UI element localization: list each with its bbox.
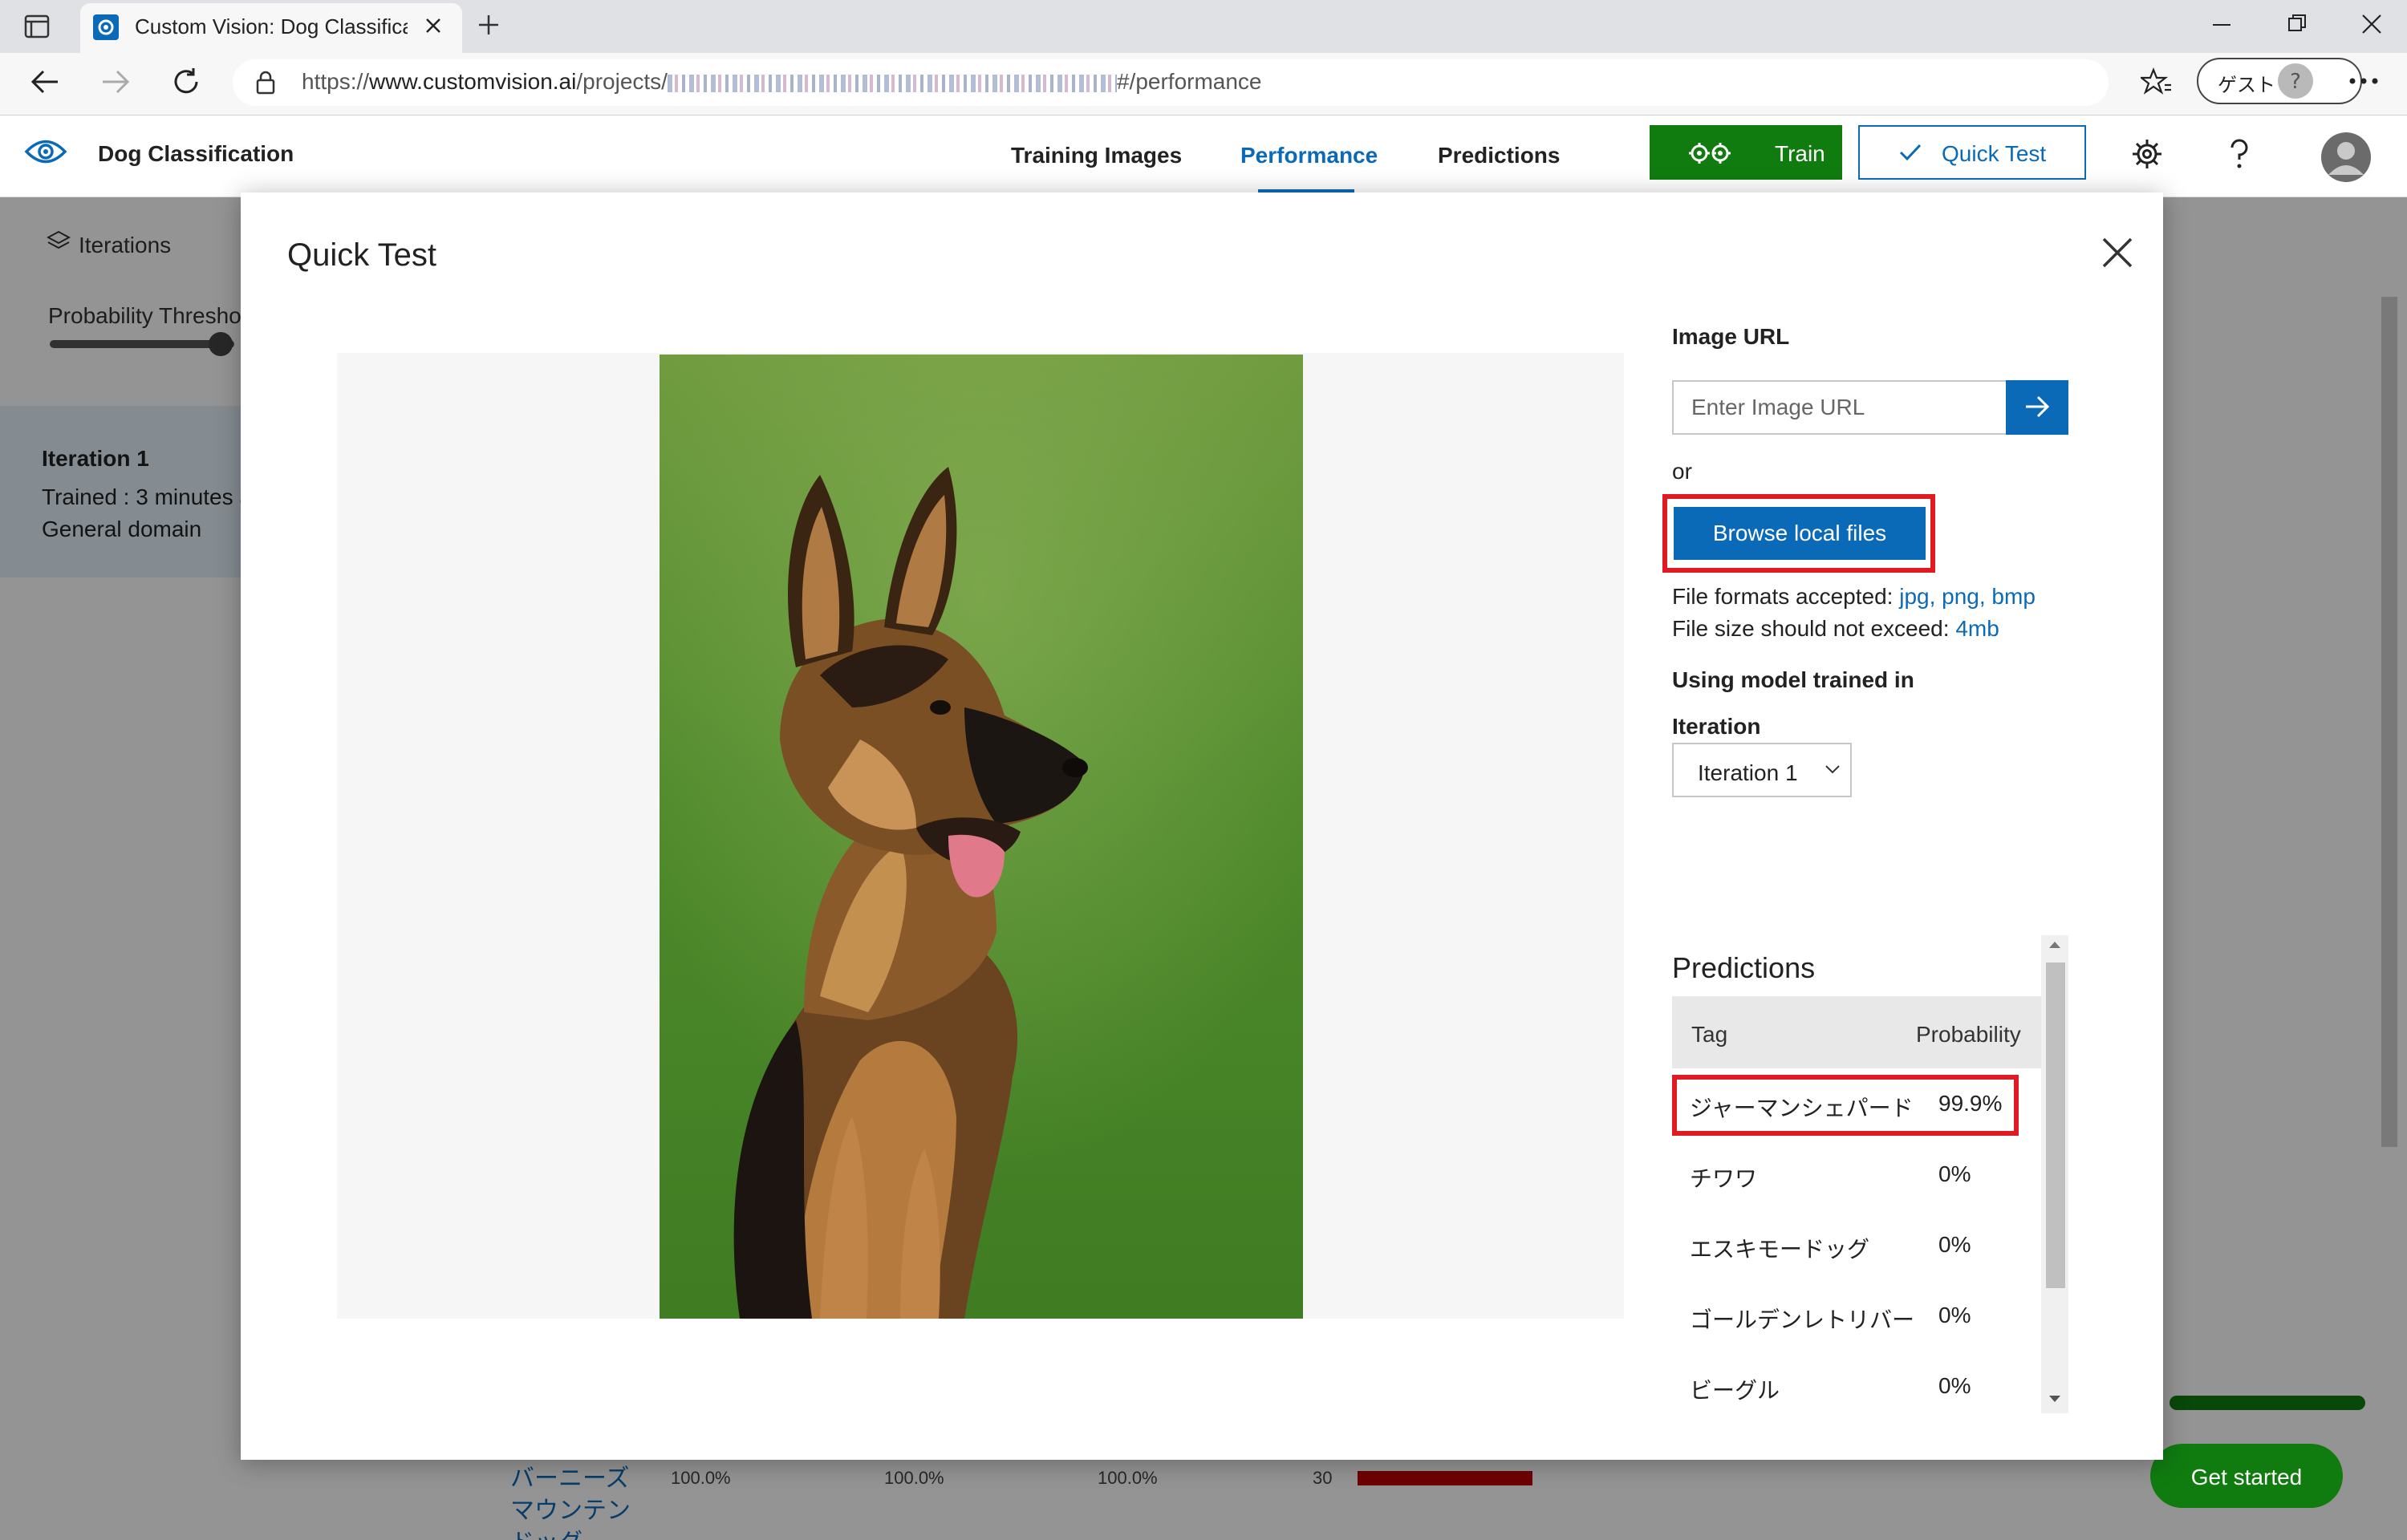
scroll-down-icon[interactable]: [2048, 1394, 2062, 1404]
dialog-title: Quick Test: [287, 237, 436, 273]
predictions-title: Predictions: [1672, 951, 1816, 984]
prediction-tag: ビーグル: [1690, 1378, 1780, 1403]
image-url-label: Image URL: [1672, 324, 1790, 349]
lock-icon[interactable]: [255, 71, 276, 95]
column-header-probability: Probability: [1916, 1022, 2021, 1047]
eye-logo-icon[interactable]: [24, 136, 67, 167]
image-url-input[interactable]: [1672, 380, 2009, 435]
url-text[interactable]: https://www.customvision.ai/projects/ #/p…: [302, 69, 1262, 95]
check-icon: [1898, 143, 1922, 162]
window-close-icon[interactable]: [2360, 13, 2383, 35]
minimize-icon[interactable]: [2211, 14, 2232, 35]
tab-title: Custom Vision: Dog Classification: [135, 14, 408, 38]
file-size-note: File size should not exceed: 4mb: [1672, 616, 1999, 642]
url-redacted: [667, 74, 1117, 92]
prediction-probability: 0%: [1938, 1303, 1971, 1327]
nav-training-images[interactable]: Training Images: [1011, 143, 1182, 168]
favorites-icon[interactable]: [2141, 67, 2173, 96]
restore-icon[interactable]: [2287, 13, 2308, 34]
refresh-icon[interactable]: [170, 66, 202, 98]
guest-avatar-icon: ?: [2277, 63, 2314, 99]
help-icon[interactable]: [2227, 138, 2251, 170]
arrow-right-icon: [2023, 395, 2051, 419]
prediction-probability: 0%: [1938, 1161, 1971, 1186]
or-separator: or: [1672, 459, 1692, 484]
train-label: Train: [1775, 141, 1825, 166]
prediction-tag: チワワ: [1690, 1166, 1758, 1191]
gears-icon: [1688, 140, 1733, 167]
nav-performance[interactable]: Performance: [1240, 143, 1378, 168]
submit-url-button[interactable]: [2006, 380, 2068, 435]
iteration-select-value: Iteration 1: [1698, 760, 1798, 785]
size-value: 4mb: [1955, 616, 1999, 641]
browser-tabs-icon[interactable]: [24, 14, 50, 38]
formats-prefix: File formats accepted:: [1672, 584, 1900, 609]
prediction-probability: 0%: [1938, 1373, 1971, 1398]
chevron-down-icon: [1825, 764, 1841, 775]
new-tab-icon[interactable]: [477, 13, 501, 37]
annotation-highlight-browse: [1662, 494, 1935, 573]
url-host: www.customvision.ai: [369, 69, 577, 94]
forward-icon[interactable]: [99, 67, 132, 96]
annotation-highlight-top-prediction: [1672, 1075, 2019, 1136]
get-started-label: Get started: [2190, 1465, 2303, 1489]
prediction-probability: 0%: [1938, 1232, 1971, 1257]
settings-icon[interactable]: [2131, 138, 2163, 170]
more-icon[interactable]: [2348, 77, 2380, 85]
project-name: Dog Classification: [98, 141, 294, 166]
guest-label: ゲスト: [2218, 75, 2275, 96]
quick-test-label: Quick Test: [1942, 141, 2047, 166]
column-header-tag: Tag: [1691, 1022, 1728, 1047]
formats-value: jpg, png, bmp: [1899, 584, 2036, 609]
close-tab-icon[interactable]: [424, 16, 443, 35]
iteration-select-label: Iteration: [1672, 714, 1761, 739]
back-icon[interactable]: [29, 67, 61, 96]
user-avatar-icon[interactable]: [2320, 132, 2372, 183]
nav-predictions[interactable]: Predictions: [1438, 143, 1560, 168]
url-scheme: https://: [302, 69, 370, 94]
model-label: Using model trained in: [1672, 667, 1914, 692]
modal-close-icon[interactable]: [2099, 234, 2136, 271]
test-image-dog: [660, 355, 1303, 1319]
scroll-up-icon[interactable]: [2048, 940, 2062, 950]
predictions-scrollbar-thumb[interactable]: [2046, 962, 2065, 1288]
prediction-tag: ゴールデンレトリバー: [1690, 1307, 1915, 1332]
url-fragment: #/performance: [1116, 69, 1262, 94]
prediction-tag: エスキモードッグ: [1690, 1237, 1870, 1262]
svg-text:?: ?: [2290, 70, 2301, 94]
url-path: /projects/: [576, 69, 668, 94]
file-formats-note: File formats accepted: jpg, png, bmp: [1672, 584, 2036, 610]
custom-vision-favicon: [93, 14, 119, 40]
size-prefix: File size should not exceed:: [1672, 616, 1956, 641]
